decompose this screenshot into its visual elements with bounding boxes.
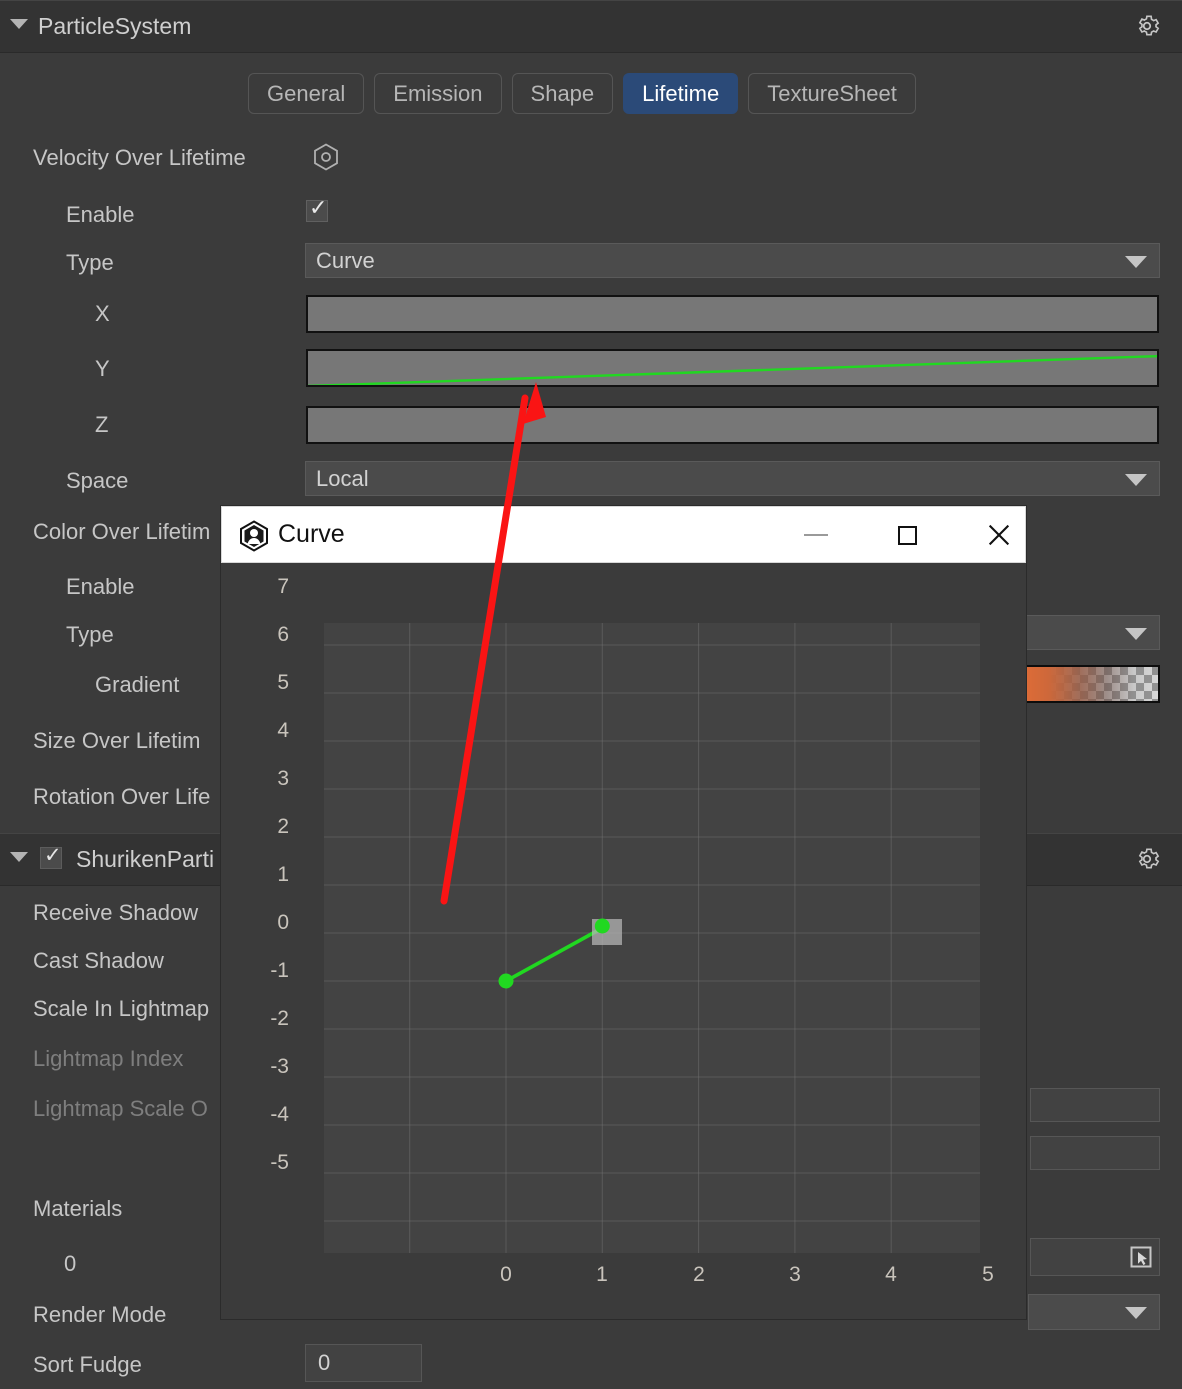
y-tick-neg3: -3 — [241, 1055, 289, 1079]
sort-fudge-field[interactable]: 0 — [305, 1344, 422, 1382]
velocity-space-value: Local — [316, 466, 369, 492]
color-type-label: Type — [66, 622, 114, 648]
cast-shadow-label: Cast Shadow — [33, 948, 164, 974]
close-icon — [985, 521, 1013, 549]
tab-emission[interactable]: Emission — [374, 73, 501, 114]
scale-in-lightmap-label: Scale In Lightmap — [33, 996, 209, 1022]
lifetime-tabstrip[interactable]: General Emission Shape Lifetime TextureS… — [248, 73, 916, 114]
sort-fudge-label: Sort Fudge — [33, 1352, 142, 1378]
velocity-type-value: Curve — [316, 248, 375, 274]
velocity-type-dropdown[interactable]: Curve — [305, 243, 1160, 278]
y-tick-neg2: -2 — [241, 1007, 289, 1031]
y-tick-0: 0 — [241, 911, 289, 935]
velocity-y-label: Y — [95, 356, 110, 382]
foldout-triangle-icon[interactable] — [10, 852, 28, 862]
curve-window-body: 7 6 5 4 3 2 1 0 -1 -2 -3 -4 -5 — [221, 563, 1026, 1319]
render-mode-dropdown[interactable] — [1028, 1294, 1160, 1330]
sort-fudge-value: 0 — [318, 1350, 330, 1376]
x-tick-0: 0 — [486, 1263, 526, 1287]
velocity-space-label: Space — [66, 468, 128, 494]
materials-index-label: 0 — [64, 1251, 76, 1277]
curve-window[interactable]: Curve 7 6 5 4 3 2 1 0 -1 -2 -3 -4 -5 — [221, 506, 1026, 1319]
velocity-x-label: X — [95, 301, 110, 327]
unity-hexagon-icon — [238, 520, 270, 552]
velocity-z-label: Z — [95, 412, 108, 438]
y-tick-7: 7 — [241, 575, 289, 599]
y-tick-6: 6 — [241, 623, 289, 647]
x-tick-5: 5 — [968, 1263, 1008, 1287]
chevron-down-icon — [1125, 474, 1147, 486]
x-tick-2: 2 — [679, 1263, 719, 1287]
lightmap-scale-offset-label: Lightmap Scale O — [33, 1096, 208, 1122]
particle-system-header[interactable]: ParticleSystem — [0, 0, 1182, 53]
curve-window-title: Curve — [278, 520, 345, 549]
renderer-title: ShurikenParti — [76, 846, 214, 873]
object-picker-icon[interactable] — [1129, 1245, 1153, 1269]
maximize-button[interactable] — [876, 507, 938, 563]
x-tick-4: 4 — [871, 1263, 911, 1287]
component-title: ParticleSystem — [38, 13, 191, 40]
gear-icon[interactable] — [1134, 846, 1160, 872]
rotation-over-lifetime-label: Rotation Over Life — [33, 784, 210, 810]
tab-shape[interactable]: Shape — [512, 73, 614, 114]
y-tick-4: 4 — [241, 719, 289, 743]
velocity-over-lifetime-label: Velocity Over Lifetime — [33, 145, 246, 171]
renderer-enabled-checkbox[interactable] — [40, 847, 62, 869]
gear-icon[interactable] — [1134, 13, 1160, 39]
velocity-type-label: Type — [66, 250, 114, 276]
velocity-x-curve-field[interactable] — [306, 295, 1159, 333]
color-type-dropdown[interactable] — [1005, 615, 1160, 650]
x-tick-1: 1 — [582, 1263, 622, 1287]
lightmap-scale-offset-field[interactable] — [1030, 1136, 1160, 1170]
lightmap-index-field[interactable] — [1030, 1088, 1160, 1122]
velocity-enable-label: Enable — [66, 202, 135, 228]
velocity-z-curve-field[interactable] — [306, 406, 1159, 444]
chevron-down-icon — [1125, 628, 1147, 640]
color-over-lifetime-label: Color Over Lifetim — [33, 519, 210, 545]
chevron-down-icon — [1125, 1307, 1147, 1319]
close-button[interactable] — [968, 507, 1030, 563]
y-tick-neg4: -4 — [241, 1103, 289, 1127]
gradient-swatch[interactable] — [1022, 665, 1160, 703]
lightmap-index-label: Lightmap Index — [33, 1046, 183, 1072]
curve-plot-area[interactable] — [324, 623, 980, 1253]
chevron-down-icon — [1125, 256, 1147, 268]
y-tick-3: 3 — [241, 767, 289, 791]
velocity-enable-checkbox[interactable] — [306, 200, 328, 222]
y-tick-1: 1 — [241, 863, 289, 887]
velocity-space-dropdown[interactable]: Local — [305, 461, 1160, 496]
minimize-icon — [804, 534, 828, 536]
render-mode-label: Render Mode — [33, 1302, 166, 1328]
receive-shadow-label: Receive Shadow — [33, 900, 198, 926]
y-tick-neg1: -1 — [241, 959, 289, 983]
hexagon-target-icon[interactable] — [311, 142, 341, 172]
tab-texturesheet[interactable]: TextureSheet — [748, 73, 916, 114]
minimize-button[interactable] — [785, 507, 847, 563]
y-tick-2: 2 — [241, 815, 289, 839]
foldout-triangle-icon[interactable] — [10, 19, 28, 29]
color-enable-label: Enable — [66, 574, 135, 600]
x-tick-3: 3 — [775, 1263, 815, 1287]
y-tick-neg5: -5 — [241, 1151, 289, 1175]
size-over-lifetime-label: Size Over Lifetim — [33, 728, 201, 754]
tab-lifetime[interactable]: Lifetime — [623, 73, 738, 114]
y-tick-5: 5 — [241, 671, 289, 695]
tab-general[interactable]: General — [248, 73, 364, 114]
maximize-icon — [898, 526, 917, 545]
curve-window-titlebar[interactable]: Curve — [221, 506, 1026, 563]
gradient-label: Gradient — [95, 672, 179, 698]
material-object-field[interactable] — [1030, 1238, 1160, 1276]
gradient-preview — [1024, 667, 1158, 701]
materials-label: Materials — [33, 1196, 122, 1222]
velocity-y-curve-field[interactable] — [306, 349, 1159, 387]
